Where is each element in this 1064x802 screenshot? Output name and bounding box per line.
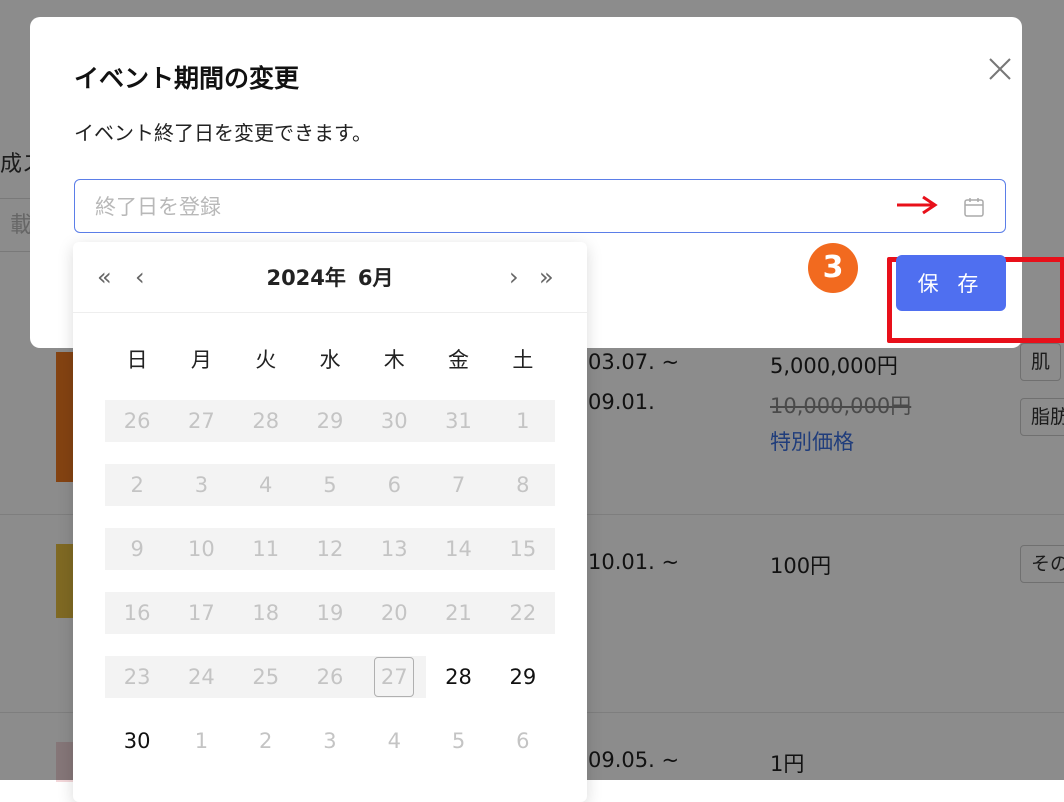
end-date-field[interactable] <box>74 179 1006 233</box>
weekday-label: 金 <box>448 348 470 372</box>
calendar-day[interactable]: 3 <box>298 720 362 762</box>
calendar-day: 31 <box>426 400 491 442</box>
calendar-header: « ‹ 2024年 6月 › » <box>73 242 587 313</box>
close-button[interactable] <box>986 55 1014 83</box>
calendar-day[interactable]: 5 <box>426 720 490 762</box>
calendar-month[interactable]: 6月 <box>358 266 394 290</box>
calendar-day-label: 27 <box>374 657 415 697</box>
save-button[interactable]: 保 存 <box>896 255 1006 311</box>
calendar-day: 3 <box>169 464 234 506</box>
calendar-day: 10 <box>169 528 234 570</box>
calendar-day: 27 <box>169 400 234 442</box>
calendar-day: 30 <box>362 400 427 442</box>
calendar-day: 16 <box>105 592 170 634</box>
weekday-label: 月 <box>190 348 212 372</box>
calendar-week-row: 26 27 28 29 30 31 1 <box>105 400 555 442</box>
calendar-day: 8 <box>490 464 555 506</box>
next-year-button[interactable]: » <box>539 262 554 292</box>
calendar-icon[interactable] <box>963 196 985 218</box>
date-picker-popup: « ‹ 2024年 6月 › » 日 月 火 水 木 金 土 26 27 28 29 30… <box>73 242 587 802</box>
close-icon <box>989 58 1011 80</box>
calendar-day: 14 <box>426 528 491 570</box>
arrow-right-icon <box>897 195 938 215</box>
calendar-day[interactable]: 2 <box>234 720 298 762</box>
calendar-day: 21 <box>426 592 491 634</box>
calendar-day: 26 <box>297 656 363 698</box>
calendar-day: 26 <box>105 400 170 442</box>
calendar-day[interactable]: 1 <box>169 720 233 762</box>
calendar-week-row: 2345678 <box>105 464 555 506</box>
step-badge: 3 <box>808 243 858 293</box>
calendar-day: 15 <box>490 528 555 570</box>
calendar-week-row: 23 24 25 26 27 28 29 <box>105 656 555 698</box>
calendar-day: 6 <box>362 464 427 506</box>
calendar-day: 22 <box>490 592 555 634</box>
calendar-day[interactable]: 29 <box>491 656 555 698</box>
calendar-day: 29 <box>297 400 363 442</box>
end-date-input[interactable] <box>93 180 857 233</box>
weekday-header: 日 月 火 水 木 金 土 <box>105 344 555 374</box>
calendar-week-row: 9 10 11 12 13 14 15 <box>105 528 555 570</box>
calendar-day: 23 <box>105 656 170 698</box>
calendar-day: 2 <box>105 464 170 506</box>
calendar-day: 4 <box>233 464 298 506</box>
calendar-day: 24 <box>169 656 234 698</box>
calendar-day: 28 <box>233 400 298 442</box>
calendar-day: 5 <box>297 464 363 506</box>
calendar-day: 25 <box>233 656 298 698</box>
calendar-day: 7 <box>426 464 491 506</box>
weekday-label: 木 <box>383 348 405 372</box>
calendar-day-today: 27 <box>362 656 427 698</box>
calendar-week-row: 30 1 2 3 4 5 6 <box>105 720 555 762</box>
calendar-day[interactable]: 28 <box>426 656 490 698</box>
calendar-day: 11 <box>233 528 298 570</box>
next-month-button[interactable]: › <box>509 262 519 292</box>
weekday-label: 日 <box>126 348 148 372</box>
calendar-day: 9 <box>105 528 170 570</box>
weekday-label: 水 <box>319 348 341 372</box>
calendar-day: 13 <box>362 528 427 570</box>
calendar-day[interactable]: 30 <box>105 720 169 762</box>
weekday-label: 土 <box>512 348 534 372</box>
calendar-day: 1 <box>490 400 555 442</box>
calendar-day: 19 <box>297 592 363 634</box>
calendar-year[interactable]: 2024年 <box>266 266 345 290</box>
calendar-day[interactable]: 4 <box>362 720 426 762</box>
calendar-day: 17 <box>169 592 234 634</box>
modal-title: イベント期間の変更 <box>74 64 300 93</box>
calendar-week-row: 16 17 18 19 20 21 22 <box>105 592 555 634</box>
calendar-day: 12 <box>297 528 363 570</box>
calendar-day: 18 <box>233 592 298 634</box>
weekday-label: 火 <box>255 348 277 372</box>
modal-description: イベント終了日を変更できます。 <box>74 121 372 145</box>
calendar-grid: 26 27 28 29 30 31 1 2 3 4 5 6 7 8 9 10 11 12 13 14 15 16 17 18 1… <box>105 400 555 784</box>
calendar-day: 20 <box>362 592 427 634</box>
calendar-day[interactable]: 6 <box>491 720 555 762</box>
